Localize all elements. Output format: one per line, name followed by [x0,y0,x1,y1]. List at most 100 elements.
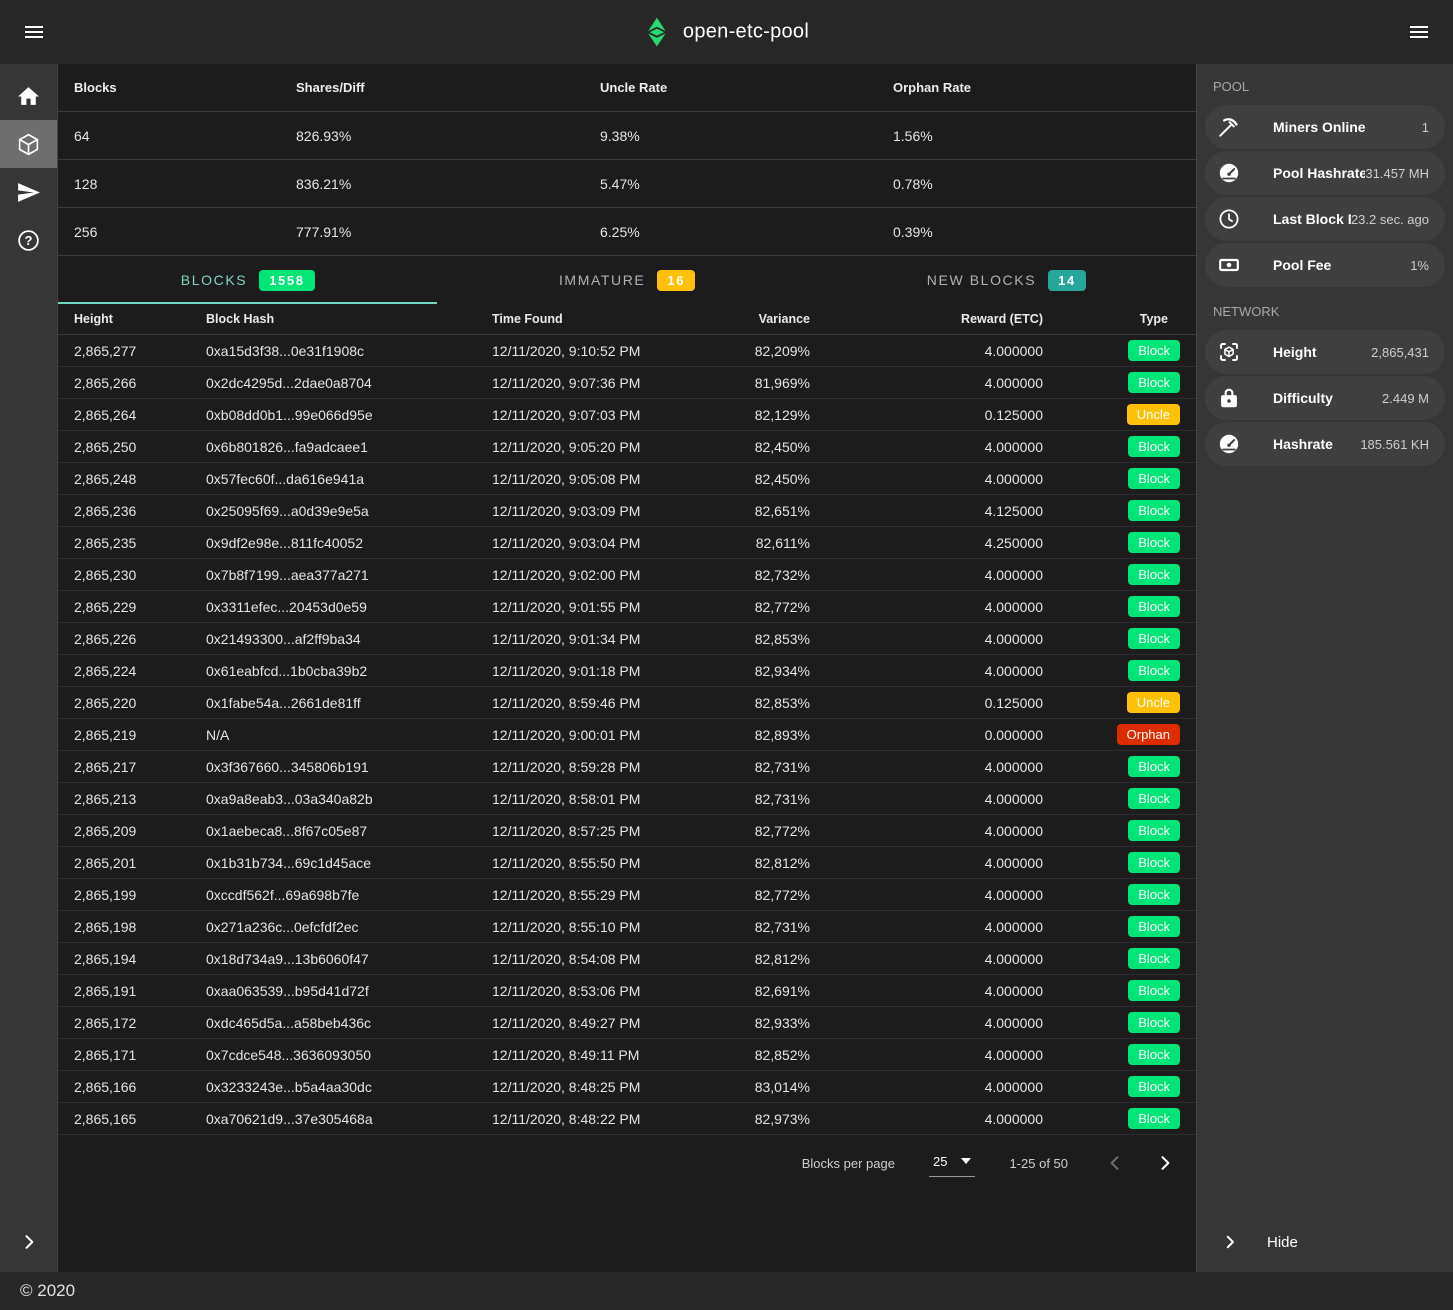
block-type-badge: Block [1128,628,1180,649]
block-type-badge: Block [1128,436,1180,457]
block-type-badge: Block [1128,1012,1180,1033]
menu-icon-right[interactable] [1403,16,1435,48]
stat-label: Height [1273,344,1371,360]
main-content: BlocksShares/DiffUncle RateOrphan Rate 6… [58,64,1196,1272]
block-hash: 0x25095f69...a0d39e9e5a [206,503,492,519]
block-variance: 83,014% [748,1079,810,1095]
sidebar-item-home[interactable] [0,72,57,120]
block-reward: 0.000000 [810,727,1043,743]
block-height: 2,865,219 [74,727,206,743]
block-height: 2,865,166 [74,1079,206,1095]
stat-label: Pool Hashrate [1273,165,1365,181]
block-hash: 0x21493300...af2ff9ba34 [206,631,492,647]
table-row: 2,865,219N/A12/11/2020, 9:00:01 PM82,893… [58,719,1196,751]
block-time-found: 12/11/2020, 8:59:46 PM [492,695,748,711]
block-reward: 4.000000 [810,375,1043,391]
block-reward: 4.000000 [810,983,1043,999]
luck-cell-2: 5.47% [600,176,893,192]
block-type-badge: Block [1128,788,1180,809]
sidebar-item-blocks[interactable] [0,120,57,168]
table-row: 2,865,2010x1b31b734...69c1d45ace12/11/20… [58,847,1196,879]
table-row: 2,865,2360x25095f69...a0d39e9e5a12/11/20… [58,495,1196,527]
sidebar-expand-button[interactable] [0,1218,57,1266]
block-reward: 4.250000 [810,535,1043,551]
tab-count-badge: 16 [657,270,695,291]
tab-count-badge: 14 [1048,270,1086,291]
sidebar-item-payments[interactable] [0,168,57,216]
block-type-badge: Uncle [1127,692,1180,713]
page-size-select[interactable]: 25 [929,1150,975,1177]
block-variance: 82,772% [748,887,810,903]
tab-label: NEW BLOCKS [927,272,1036,288]
block-height: 2,865,266 [74,375,206,391]
pagination: Blocks per page 25 1-25 of 50 [58,1135,1196,1191]
left-sidebar: ? [0,64,58,1272]
blocks-col-header-1: Block Hash [206,312,492,326]
block-hash: N/A [206,727,492,743]
block-type-badge: Block [1128,532,1180,553]
stat-label: Difficulty [1273,390,1382,406]
block-reward: 4.000000 [810,887,1043,903]
chevron-right-icon [1221,1233,1239,1251]
block-hash: 0x1b31b734...69c1d45ace [206,855,492,871]
network-stat-difficulty: Difficulty2.449 M [1205,376,1445,420]
block-hash: 0x1aebeca8...8f67c05e87 [206,823,492,839]
block-time-found: 12/11/2020, 9:03:09 PM [492,503,748,519]
block-hash: 0x18d734a9...13b6060f47 [206,951,492,967]
block-variance: 82,450% [748,471,810,487]
chevron-left-icon[interactable] [1102,1150,1128,1176]
block-height: 2,865,230 [74,567,206,583]
block-height: 2,865,171 [74,1047,206,1063]
menu-icon-left[interactable] [18,16,50,48]
tab-new-blocks[interactable]: NEW BLOCKS 14 [817,256,1196,304]
block-type-badge: Block [1128,372,1180,393]
block-type-badge: Block [1128,980,1180,1001]
pool-stat-miners-online: Miners Online1 [1205,105,1445,149]
table-row: 2,865,2260x21493300...af2ff9ba3412/11/20… [58,623,1196,655]
block-hash: 0xa15d3f38...0e31f1908c [206,343,492,359]
sidebar-item-help[interactable]: ? [0,216,57,264]
cube-scan-icon [1217,340,1241,364]
block-reward: 4.000000 [810,663,1043,679]
block-time-found: 12/11/2020, 8:59:28 PM [492,759,748,775]
block-type-badge: Block [1128,948,1180,969]
table-row: 2,865,2090x1aebeca8...8f67c05e8712/11/20… [58,815,1196,847]
table-row: 2,865,1990xccdf562f...69a698b7fe12/11/20… [58,879,1196,911]
block-height: 2,865,172 [74,1015,206,1031]
chevron-right-icon[interactable] [1152,1150,1178,1176]
block-type-badge: Block [1128,1044,1180,1065]
stat-label: Hashrate [1273,436,1360,452]
block-reward: 4.125000 [810,503,1043,519]
blocks-table-header: HeightBlock HashTime FoundVarianceReward… [58,304,1196,335]
block-type-badge: Block [1128,756,1180,777]
table-row: 2,865,2770xa15d3f38...0e31f1908c12/11/20… [58,335,1196,367]
block-variance: 82,731% [748,791,810,807]
hide-sidebar-button[interactable]: Hide [1197,1218,1453,1266]
block-height: 2,865,250 [74,439,206,455]
block-variance: 82,772% [748,823,810,839]
block-variance: 82,852% [748,1047,810,1063]
block-type-badge: Block [1128,852,1180,873]
block-height: 2,865,248 [74,471,206,487]
tab-blocks[interactable]: BLOCKS1558 [58,256,437,304]
block-reward: 4.000000 [810,855,1043,871]
table-row: 2,865,2480x57fec60f...da616e941a12/11/20… [58,463,1196,495]
block-variance: 82,731% [748,919,810,935]
block-variance: 82,853% [748,631,810,647]
pool-section-title: POOL [1197,64,1453,103]
block-time-found: 12/11/2020, 9:07:36 PM [492,375,748,391]
table-row: 2,865,1910xaa063539...b95d41d72f12/11/20… [58,975,1196,1007]
block-variance: 82,853% [748,695,810,711]
block-hash: 0x7b8f7199...aea377a271 [206,567,492,583]
block-variance: 82,812% [748,951,810,967]
block-hash: 0x9df2e98e...811fc40052 [206,535,492,551]
luck-col-header-0: Blocks [74,80,296,95]
block-time-found: 12/11/2020, 8:49:11 PM [492,1047,748,1063]
block-variance: 82,772% [748,599,810,615]
block-variance: 82,691% [748,983,810,999]
block-reward: 4.000000 [810,471,1043,487]
tab-immature[interactable]: IMMATURE16 [437,256,816,304]
block-reward: 4.000000 [810,343,1043,359]
copyright-text: © 2020 [20,1281,75,1301]
luck-table-header: BlocksShares/DiffUncle RateOrphan Rate [58,64,1196,112]
